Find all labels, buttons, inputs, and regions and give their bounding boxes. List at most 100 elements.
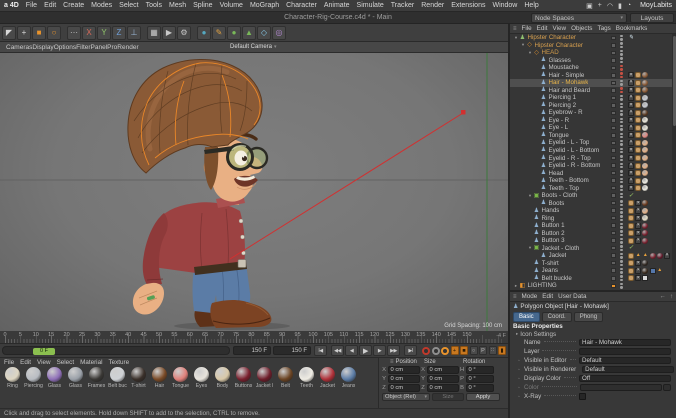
texture-tag-icon[interactable] (642, 275, 649, 282)
material-item[interactable]: Jacket (317, 367, 338, 389)
material-tag-icon[interactable] (642, 177, 649, 184)
skin-tag-icon[interactable] (635, 170, 642, 177)
editor-visibility-dot[interactable] (620, 177, 623, 181)
battery-icon[interactable]: ▮ (618, 2, 622, 10)
layer-chip[interactable] (611, 58, 616, 63)
skin-tag-icon[interactable] (635, 102, 642, 109)
material-menu-edit[interactable]: Edit (20, 359, 31, 366)
visibility-dots[interactable] (618, 200, 625, 206)
editor-visibility-dot[interactable] (620, 230, 623, 233)
material-tag-icon[interactable] (642, 94, 649, 101)
render-visibility-dot[interactable] (620, 226, 623, 229)
object-tree-item[interactable]: ♟ Hair - Simple × (510, 72, 676, 80)
weight-tag-icon[interactable]: × (628, 177, 634, 184)
menu-character[interactable]: Character (286, 2, 317, 9)
object-tree-item[interactable]: ♟ Jeans × ▲ (510, 267, 676, 275)
weight-tag-icon[interactable]: × (635, 215, 642, 222)
editor-visibility-dot[interactable] (620, 192, 623, 196)
menu-simulate[interactable]: Simulate (357, 2, 384, 9)
editor-visibility-dot[interactable] (620, 267, 623, 271)
material-item[interactable]: Tongue (170, 367, 191, 389)
skin-tag-icon[interactable] (635, 147, 642, 154)
weight-tag-icon[interactable]: × (628, 109, 634, 116)
material-tag-icon[interactable] (642, 102, 649, 109)
material-item[interactable]: T-shirt (128, 367, 149, 389)
render-visibility-dot[interactable] (620, 113, 623, 116)
editor-visibility-dot[interactable] (620, 275, 623, 278)
menu-select[interactable]: Select (119, 2, 138, 9)
render-visibility-dot[interactable] (620, 120, 623, 124)
layer-chip[interactable] (611, 268, 616, 273)
object-menu-file[interactable]: File (522, 25, 532, 32)
material-menu-view[interactable]: View (37, 359, 51, 366)
material-tag-icon[interactable] (642, 222, 649, 229)
visibility-dots[interactable] (618, 147, 625, 154)
editor-visibility-dot[interactable] (620, 72, 623, 75)
material-tag-icon[interactable] (642, 215, 649, 222)
coord-field[interactable]: 0 cm (426, 384, 459, 392)
enabled-check-icon[interactable]: ✓ (628, 193, 634, 199)
editor-visibility-dot[interactable] (620, 252, 623, 256)
object-tree-item[interactable]: ♟ Eyebrow - R × (510, 109, 676, 117)
skin-tag-icon[interactable] (628, 215, 634, 222)
tab-coord[interactable]: Coord. (541, 311, 572, 322)
weight-tag-icon[interactable]: × (628, 87, 634, 94)
render-visibility-dot[interactable] (620, 158, 623, 161)
key-scale-button[interactable]: ■ (460, 346, 468, 355)
generators-button[interactable]: ▲ (242, 25, 256, 40)
visibility-dots[interactable] (618, 222, 625, 229)
material-item[interactable]: Hair (149, 367, 170, 389)
editor-visibility-dot[interactable] (620, 125, 623, 128)
timeline-ruler[interactable]: 0 5 10 15 20 25 30 35 40 45 50 55 60 65 70 75 80 85 90 95 10… (0, 331, 508, 344)
camera-hud[interactable]: Default Camera ▾ (230, 44, 277, 50)
render-visibility-dot[interactable] (620, 271, 623, 274)
weight-tag-icon[interactable]: × (628, 72, 634, 79)
skin-tag-icon[interactable] (628, 275, 634, 282)
icon-settings-section[interactable]: ▸ Icon Settings (510, 330, 676, 338)
visibility-dots[interactable] (618, 49, 625, 56)
visibility-dots[interactable] (618, 132, 625, 139)
layer-chip[interactable] (611, 80, 616, 86)
menu-icon[interactable]: ≡ (513, 294, 517, 300)
object-tree-item[interactable]: ♟ Eyelid - R - Top × (510, 154, 676, 162)
render-visibility-dot[interactable] (620, 128, 623, 131)
layer-chip[interactable] (611, 253, 616, 258)
editor-visibility-dot[interactable] (620, 64, 623, 68)
play-button[interactable]: ▶ (359, 345, 372, 356)
xpresso-tag-icon[interactable]: ✎ (628, 35, 634, 41)
layouts-button[interactable]: Layouts (630, 13, 674, 23)
render-picture-viewer-button[interactable]: ▶ (162, 25, 176, 40)
display-icon[interactable]: ▣ (586, 2, 593, 10)
skin-tag-icon[interactable] (628, 237, 634, 244)
coord-field[interactable]: 0 cm (387, 384, 420, 392)
material-tag-icon[interactable] (642, 87, 649, 94)
editor-visibility-dot[interactable] (620, 49, 623, 53)
material-item[interactable]: Frames (86, 367, 107, 389)
editor-visibility-dot[interactable] (620, 162, 623, 166)
viewport-menu-filter[interactable]: Filter (76, 44, 90, 51)
autokeying-button[interactable] (441, 346, 449, 355)
material-item[interactable]: Ring (2, 367, 23, 389)
material-tag-icon[interactable] (642, 185, 649, 192)
scrollbar-thumb[interactable] (672, 36, 676, 126)
material-tag-icon[interactable] (642, 230, 649, 237)
render-visibility-dot[interactable] (620, 45, 623, 49)
visibility-dots[interactable] (618, 245, 625, 252)
render-visibility-dot[interactable] (620, 188, 623, 191)
menu-extensions[interactable]: Extensions (451, 2, 485, 9)
rotate-tool-button[interactable]: ○ (47, 25, 61, 40)
visibility-dots[interactable] (618, 155, 625, 161)
render-visibility-dot[interactable] (620, 248, 623, 252)
visibility-dots[interactable] (618, 252, 625, 259)
material-tag-icon[interactable] (642, 155, 649, 161)
menu-tools[interactable]: Tools (146, 2, 162, 9)
weight-tag-icon[interactable]: × (628, 147, 634, 154)
editor-visibility-dot[interactable] (620, 132, 623, 135)
material-item[interactable]: Jacket l (254, 367, 275, 389)
layer-chip[interactable] (611, 125, 616, 131)
render-visibility-dot[interactable] (620, 53, 623, 56)
layer-chip[interactable] (611, 43, 616, 48)
nav-up-icon[interactable]: ↑ (670, 293, 673, 300)
go-end-button[interactable]: ▶I (404, 345, 417, 356)
skin-tag-icon[interactable] (635, 155, 642, 161)
